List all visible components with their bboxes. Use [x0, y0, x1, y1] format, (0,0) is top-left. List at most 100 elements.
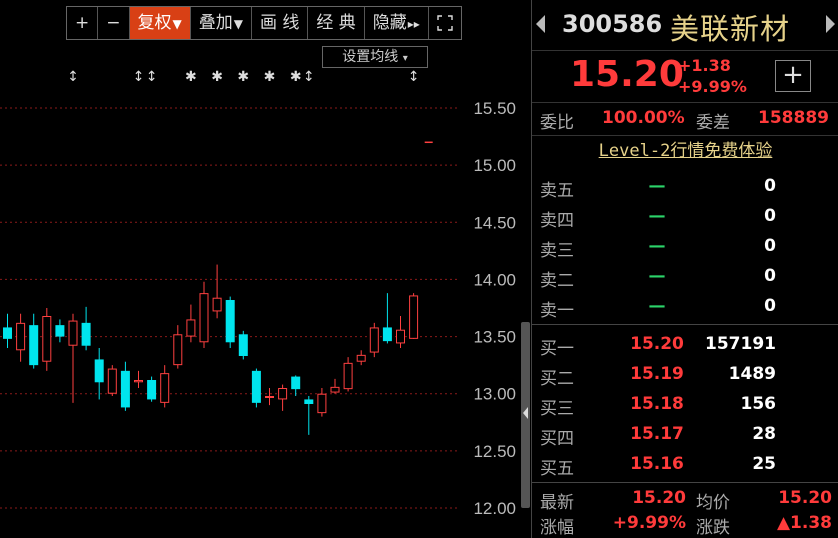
- kline-chart-pane[interactable]: 15.50 15.00 14.50 14.00 13.50 13.00 12.50 12.00…: [0, 0, 530, 538]
- draw-line-label: 画 线: [259, 13, 300, 33]
- fullscreen-icon: [437, 15, 453, 31]
- ma-setting-label: 设置均线: [342, 49, 399, 65]
- bid-ratio-value: 100.00%: [602, 108, 685, 128]
- panel-resize-handle[interactable]: [521, 322, 530, 508]
- ask-label: 卖一: [540, 301, 574, 321]
- ask-price: —: [648, 296, 666, 316]
- candle-body: [396, 329, 405, 344]
- ask-label: 卖二: [540, 271, 574, 291]
- change-pct-label: 涨幅: [540, 518, 574, 538]
- candle-body: [16, 322, 26, 351]
- candle-down: [55, 319, 65, 343]
- y-tick-label: 15.00: [473, 156, 516, 175]
- bid-diff-value: 158889: [758, 108, 829, 128]
- y-tick-label: 13.00: [473, 385, 516, 404]
- candle-body: [3, 327, 12, 339]
- bid-row: 买五 15.16 25: [532, 450, 838, 480]
- restore-rights-dropdown[interactable]: 复权▼: [129, 7, 191, 39]
- avg-price-value: 15.20: [778, 488, 832, 508]
- candle-body: [317, 393, 327, 414]
- zoom-in-button[interactable]: +: [67, 7, 99, 39]
- candle-up: [369, 322, 379, 358]
- hide-button[interactable]: 隐藏▸▸: [365, 7, 429, 39]
- bid-price: 15.20: [630, 334, 684, 354]
- last-price: 15.20: [570, 54, 684, 95]
- candle-body: [238, 334, 248, 356]
- candle-up: [356, 350, 366, 366]
- candle-up: [107, 365, 117, 396]
- candle-down: [81, 306, 91, 351]
- caret-down-icon: ▼: [233, 17, 243, 31]
- candle-body: [343, 362, 353, 390]
- price-change-percent: +9.99%: [678, 77, 747, 96]
- ask-row: 卖一 — 0: [532, 292, 838, 322]
- candle-body: [251, 370, 261, 403]
- candle-up: [16, 313, 26, 362]
- candle-down: [238, 330, 248, 360]
- ma-setting-dropdown[interactable]: 设置均线 ▾: [322, 46, 428, 68]
- change-label: 涨跌: [696, 518, 730, 538]
- draw-line-button[interactable]: 画 线: [252, 7, 309, 39]
- fullscreen-button[interactable]: [429, 7, 461, 39]
- candle-up: [160, 365, 170, 408]
- classic-button[interactable]: 经 典: [308, 7, 365, 39]
- ask-row: 卖三 — 0: [532, 232, 838, 262]
- event-marker-icon: ↕: [67, 69, 79, 85]
- ask-row: 卖四 — 0: [532, 202, 838, 232]
- candle-down: [251, 368, 261, 408]
- bid-volume: 157191: [705, 334, 776, 354]
- candle-body: [278, 388, 288, 400]
- candle-body: [225, 300, 235, 343]
- kline-chart[interactable]: 15.50 15.00 14.50 14.00 13.50 13.00 12.50 12.00…: [0, 0, 520, 538]
- event-markers: ↕ ↕ ↕ ✱ ✱ ✱ ✱ ✱ ↕ ↕: [67, 69, 419, 85]
- candles: [3, 141, 433, 435]
- event-marker-icon: ↕: [146, 69, 158, 85]
- bid-volume: 156: [740, 394, 777, 414]
- y-tick-label: 12.00: [473, 499, 516, 518]
- bid-row: 买一 15.20 157191: [532, 330, 838, 360]
- ask-price: —: [648, 266, 666, 286]
- y-tick-label: 12.50: [473, 442, 516, 461]
- bid-volume: 1489: [728, 364, 776, 384]
- event-marker-icon: ✱: [185, 69, 197, 85]
- candle-up: [186, 304, 196, 343]
- level2-promo-link[interactable]: Level-2行情免费体验: [532, 136, 838, 161]
- restore-rights-label: 复权: [137, 13, 172, 33]
- bid-label: 买二: [540, 369, 574, 389]
- y-tick-label: 15.50: [473, 99, 516, 118]
- candle-up: [212, 264, 222, 319]
- y-tick-label: 14.50: [473, 213, 516, 232]
- candle-body: [173, 334, 183, 366]
- price-change: +1.38: [678, 56, 731, 75]
- y-tick-label: 14.00: [473, 270, 516, 289]
- stock-header: 300586 美联新材: [532, 0, 838, 51]
- bid-price: 15.16: [630, 454, 684, 474]
- candle-down: [147, 376, 157, 402]
- ask-price: —: [648, 176, 666, 196]
- ask-price: —: [648, 206, 666, 226]
- next-stock-icon[interactable]: [826, 15, 835, 33]
- event-marker-icon: ↕: [408, 69, 420, 85]
- add-to-watchlist-button[interactable]: +: [775, 60, 811, 92]
- zoom-in-label: +: [75, 13, 90, 33]
- candle-up: [42, 308, 52, 371]
- ask-row: 卖二 — 0: [532, 262, 838, 292]
- event-marker-icon: ↕: [303, 69, 315, 85]
- y-axis-ticks: 15.50 15.00 14.50 14.00 13.50 13.00 12.50 12.00: [473, 99, 516, 518]
- overlay-dropdown[interactable]: 叠加▼: [191, 7, 252, 39]
- event-marker-icon: ✱: [237, 69, 249, 85]
- bid-volume: 25: [752, 454, 776, 474]
- bid-label: 买三: [540, 399, 574, 419]
- candle-up: [199, 281, 209, 348]
- bid-row: 买二 15.19 1489: [532, 360, 838, 390]
- candle-body: [55, 325, 65, 337]
- candle-body: [265, 396, 274, 398]
- ask-label: 卖四: [540, 211, 574, 231]
- candle-body: [369, 327, 379, 353]
- candle-body: [68, 320, 78, 346]
- bid-label: 买四: [540, 429, 574, 449]
- ask-label: 卖三: [540, 241, 574, 261]
- ask-price: —: [648, 236, 666, 256]
- zoom-out-button[interactable]: −: [98, 7, 130, 39]
- prev-stock-icon[interactable]: [536, 15, 545, 33]
